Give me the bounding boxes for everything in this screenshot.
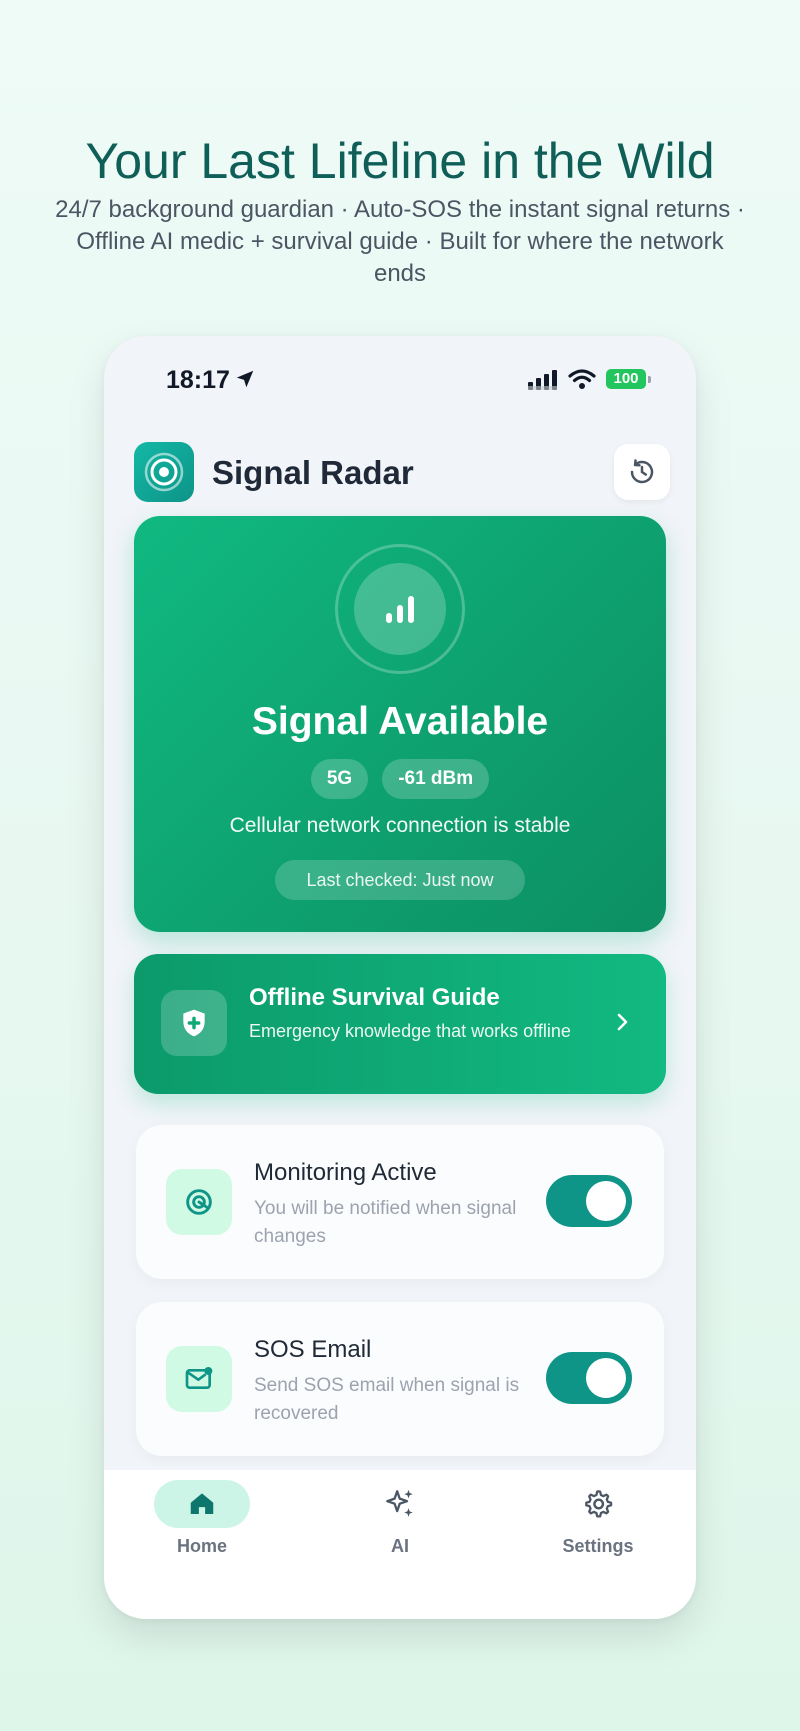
guide-title: Offline Survival Guide [249, 984, 500, 1011]
history-button[interactable] [614, 444, 670, 500]
home-icon [190, 1493, 214, 1514]
app-title: Signal Radar [212, 454, 414, 491]
status-bar: 18:17 100 [104, 366, 696, 398]
sos-email-title: SOS Email [254, 1336, 372, 1363]
bottom-tab-bar: Home AI Settings [104, 1470, 696, 1619]
sparkles-icon [386, 1489, 413, 1517]
signal-indicator [335, 544, 465, 674]
signal-description: Cellular network connection is stable [229, 814, 571, 837]
app-header: Signal Radar [134, 442, 670, 504]
wifi-icon [568, 368, 596, 395]
signal-status-text: Signal Available [251, 700, 549, 743]
signal-bars-icon [386, 596, 414, 623]
location-arrow-icon [234, 368, 256, 395]
tab-ai-label: AI [391, 1536, 409, 1556]
tab-settings-label: Settings [562, 1536, 634, 1556]
history-icon [630, 459, 654, 484]
tab-ai[interactable]: AI [310, 1480, 490, 1557]
signal-chips: 5G -61 dBm [134, 759, 666, 799]
marketing-subtitle: 24/7 background guardian · Auto-SOS the … [55, 196, 745, 287]
status-time: 18:17 [166, 366, 230, 394]
sos-email-toggle[interactable] [546, 1352, 632, 1404]
tab-settings[interactable]: Settings [508, 1480, 688, 1557]
battery-icon: 100 [606, 369, 646, 389]
toggle-knob [586, 1181, 626, 1221]
marketing-header: Your Last Lifeline in the Wild 24/7 back… [0, 132, 800, 290]
battery-tip [648, 376, 651, 383]
offline-survival-guide-card[interactable]: Offline Survival Guide Emergency knowled… [134, 954, 666, 1094]
cellular-signal-icon [528, 370, 558, 395]
monitoring-toggle[interactable] [546, 1175, 632, 1227]
tab-home[interactable]: Home [112, 1480, 292, 1557]
phone-frame: 18:17 100 Signal Radar Signal Available … [104, 336, 696, 1619]
guide-subtitle: Emergency knowledge that works offline [249, 1021, 571, 1041]
sos-email-description: Send SOS email when signal is recovered [254, 1375, 520, 1424]
mail-icon [166, 1346, 232, 1412]
chevron-right-icon [610, 1010, 634, 1039]
signal-strength-badge: -61 dBm [382, 759, 490, 799]
signal-status-card: Signal Available 5G -61 dBm Cellular net… [134, 516, 666, 932]
last-checked-badge: Last checked: Just now [275, 860, 525, 900]
radar-icon [134, 442, 194, 502]
gear-icon [585, 1490, 613, 1518]
network-type-badge: 5G [310, 759, 369, 799]
monitoring-title: Monitoring Active [254, 1159, 437, 1186]
shield-plus-icon [161, 990, 227, 1056]
monitoring-setting-card: Monitoring Active You will be notified w… [136, 1125, 664, 1279]
target-icon [166, 1169, 232, 1235]
marketing-title: Your Last Lifeline in the Wild [85, 133, 715, 189]
sos-email-setting-card: SOS Email Send SOS email when signal is … [136, 1302, 664, 1456]
monitoring-description: You will be notified when signal changes [254, 1198, 517, 1247]
toggle-knob [586, 1358, 626, 1398]
tab-home-label: Home [176, 1536, 227, 1556]
